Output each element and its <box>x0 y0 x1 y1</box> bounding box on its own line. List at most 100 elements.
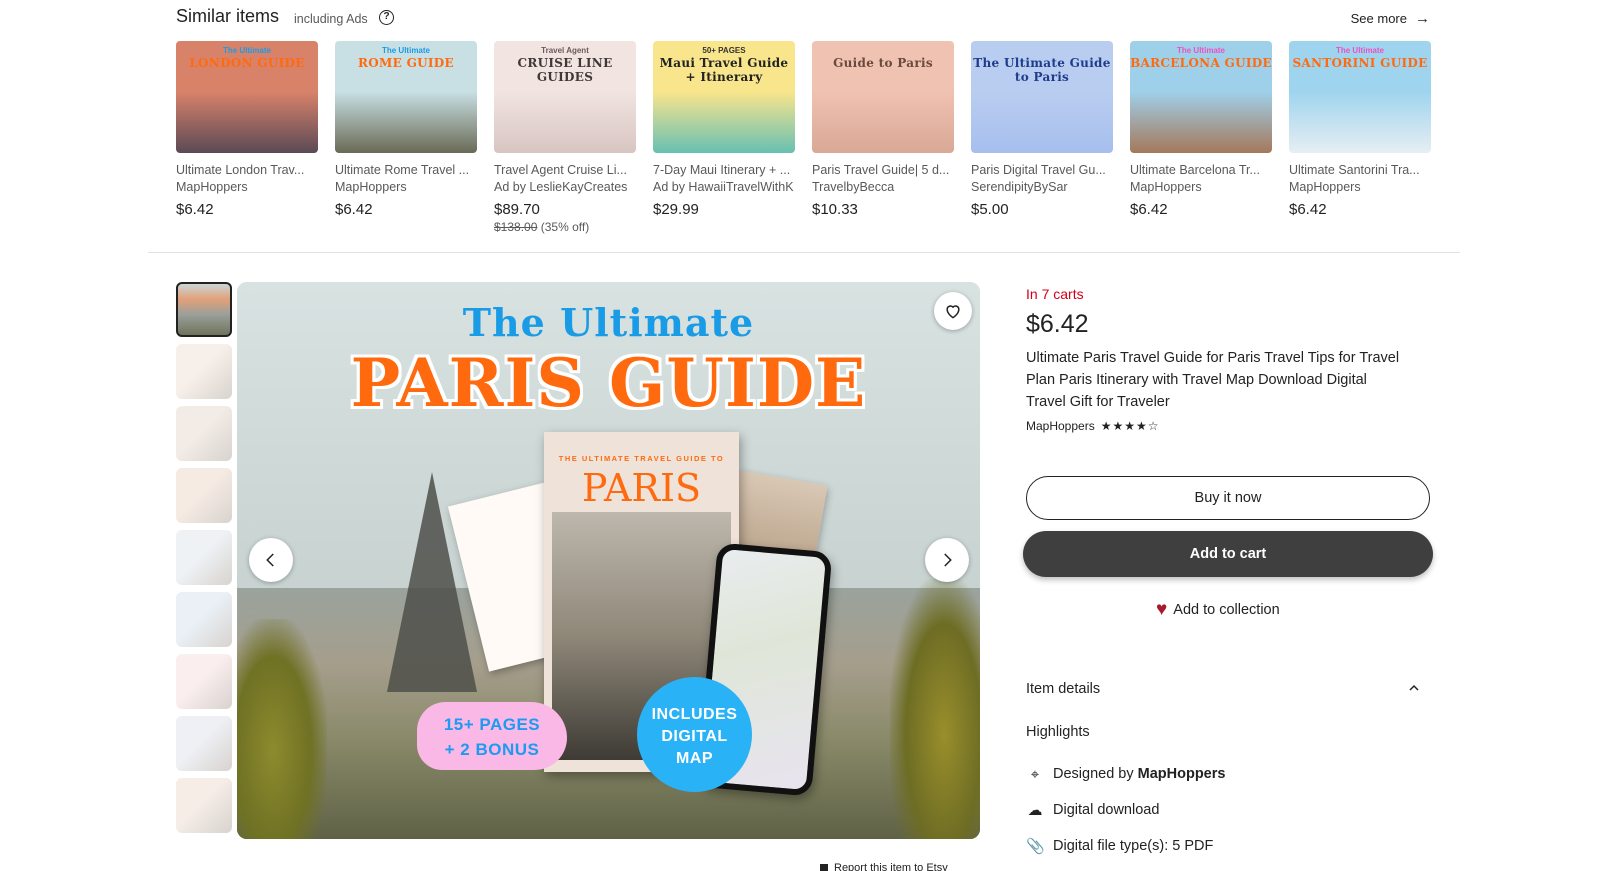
gallery-thumbnail[interactable] <box>176 282 232 337</box>
report-item-link[interactable]: Report this item to Etsy <box>820 862 948 871</box>
item-details-label: Item details <box>1026 681 1101 697</box>
similar-item-card[interactable]: The Ultimate ROME GUIDE Ultimate Rome Trav… <box>335 41 477 234</box>
product-price: $6.42 <box>1026 310 1089 338</box>
similar-item-name[interactable]: Ultimate London Trav... <box>176 163 318 179</box>
gallery-thumbnail[interactable] <box>176 654 232 709</box>
buy-box: In 7 carts $6.42 Ultimate Paris Travel G… <box>1026 286 1430 433</box>
discount: (35% off) <box>540 220 590 234</box>
add-to-collection-label: Add to collection <box>1173 601 1280 618</box>
design-tool-icon: ⌖ <box>1030 765 1040 783</box>
similar-item-price: $29.99 <box>653 201 699 218</box>
thumbnail-caption-top: The Ultimate <box>1335 46 1384 55</box>
similar-item-name[interactable]: Travel Agent Cruise Li... <box>494 163 636 179</box>
paperclip-icon: 📎 <box>1026 838 1045 855</box>
similar-item-shop: MapHoppers <box>1289 180 1361 194</box>
image-title-line2: PARIS GUIDE <box>350 344 867 422</box>
similar-item-thumbnail[interactable]: The Ultimate LONDON GUIDE <box>176 41 318 153</box>
similar-item-thumbnail[interactable]: Guide to Paris <box>812 41 954 153</box>
similar-item-card[interactable]: The Ultimate SANTORINI GUIDE Ultimate Sant… <box>1289 41 1431 234</box>
similar-items-title: Similar items <box>176 6 280 26</box>
highlight-item: ☁ Digital download <box>1026 792 1225 828</box>
similar-item-shop: SerendipityBySar <box>971 180 1068 194</box>
similar-item-shop: MapHoppers <box>1130 180 1202 194</box>
thumbnail-caption-top: The Ultimate <box>381 46 430 55</box>
similar-item-shop: TravelbyBecca <box>812 180 895 194</box>
similar-item-card[interactable]: Guide to Paris Paris Travel Guide| 5 d...… <box>812 41 954 234</box>
similar-item-price: $10.33 <box>812 201 858 218</box>
gallery-thumbnail[interactable] <box>176 778 232 833</box>
similar-item-card[interactable]: Travel Agent CRUISE LINE GUIDES Travel Age… <box>494 41 636 234</box>
booklet-subtitle: THE ULTIMATE TRAVEL GUIDE TO <box>558 454 725 463</box>
similar-item-price: $5.00 <box>971 201 1009 218</box>
similar-item-thumbnail[interactable]: The Ultimate Guide to Paris <box>971 41 1113 153</box>
thumbnail-caption-main: BARCELONA GUIDE <box>1130 56 1272 70</box>
thumbnail-caption-top: 50+ PAGES <box>702 46 746 55</box>
thumbnail-caption-main: Maui Travel Guide + Itinerary <box>659 56 789 84</box>
similar-item-price: $6.42 <box>1289 201 1327 218</box>
similar-item-price: $6.42 <box>1130 201 1168 218</box>
item-details-toggle[interactable]: Item details <box>1026 681 1430 697</box>
similar-item-name[interactable]: Paris Travel Guide| 5 d... <box>812 163 954 179</box>
gallery-thumbnail[interactable] <box>176 530 232 585</box>
heart-outline-icon <box>946 305 960 319</box>
similar-items-header: Similar items including Ads ? See more → <box>176 4 1430 30</box>
thumbnail-caption-main: CRUISE LINE GUIDES <box>517 56 613 84</box>
gallery-thumbnail[interactable] <box>176 468 232 523</box>
star-half-icon: ☆ <box>1147 419 1159 433</box>
thumbnail-caption-main: Guide to Paris <box>833 56 933 70</box>
highlight-bold[interactable]: MapHoppers <box>1138 766 1226 782</box>
add-to-cart-button[interactable]: Add to cart <box>1023 531 1433 577</box>
star-filled-icon: ★ <box>1100 419 1112 433</box>
gallery-thumbnail[interactable] <box>176 592 232 647</box>
thumbnail-caption-top: Travel Agent <box>541 46 589 55</box>
similar-item-name[interactable]: Paris Digital Travel Gu... <box>971 163 1113 179</box>
similar-item-thumbnail[interactable]: 50+ PAGES Maui Travel Guide + Itinerary <box>653 41 795 153</box>
section-divider <box>148 252 1460 253</box>
similar-item-thumbnail[interactable]: Travel Agent CRUISE LINE GUIDES <box>494 41 636 153</box>
similar-item-name[interactable]: 7-Day Maui Itinerary + ... <box>653 163 795 179</box>
similar-item-name[interactable]: Ultimate Barcelona Tr... <box>1130 163 1272 179</box>
chevron-right-icon <box>944 553 952 567</box>
main-product-image[interactable]: The Ultimate PARIS GUIDE THE ULTIMATE TR… <box>237 282 980 839</box>
favorite-button[interactable] <box>934 292 972 330</box>
add-to-collection-button[interactable]: ♥ Add to collection <box>1156 600 1280 619</box>
similar-item-shop: MapHoppers <box>335 180 407 194</box>
similar-item-thumbnail[interactable]: The Ultimate SANTORINI GUIDE <box>1289 41 1431 153</box>
similar-item-card[interactable]: The Ultimate LONDON GUIDE Ultimate London … <box>176 41 318 234</box>
similar-item-thumbnail[interactable]: The Ultimate ROME GUIDE <box>335 41 477 153</box>
help-circle-icon[interactable]: ? <box>379 10 394 25</box>
seller-link[interactable]: MapHoppers <box>1026 419 1095 433</box>
similar-item-shop: Ad by LeslieKayCreates <box>494 180 628 194</box>
similar-item-card[interactable]: The Ultimate Guide to Paris Paris Digital… <box>971 41 1113 234</box>
similar-item-card[interactable]: The Ultimate BARCELONA GUIDE Ultimate Barc… <box>1130 41 1272 234</box>
previous-image-button[interactable] <box>249 538 293 582</box>
gallery-thumbnail[interactable] <box>176 344 232 399</box>
chevron-left-icon <box>266 553 274 567</box>
thumbnail-caption-top: The Ultimate <box>1176 46 1225 55</box>
image-title-line1: The Ultimate <box>462 300 755 345</box>
gallery-thumbnail[interactable] <box>176 406 232 461</box>
highlight-item: ⌖ Designed by MapHoppers <box>1026 756 1226 792</box>
image-map-badge: INCLUDES DIGITAL MAP <box>637 677 752 792</box>
gallery-thumbnails <box>176 282 232 840</box>
buy-it-now-button[interactable]: Buy it now <box>1026 476 1430 520</box>
product-title: Ultimate Paris Travel Guide for Paris Tr… <box>1026 350 1400 410</box>
highlight-item: 📎 Digital file type(s): 5 PDF <box>1026 828 1225 864</box>
image-trees-right <box>890 579 980 839</box>
similar-item-name[interactable]: Ultimate Rome Travel ... <box>335 163 477 179</box>
similar-item-card[interactable]: 50+ PAGES Maui Travel Guide + Itinerary 7-… <box>653 41 795 234</box>
highlight-text: Digital download <box>1053 802 1159 818</box>
rating-stars[interactable]: ★ ★ ★ ★ ☆ <box>1101 419 1159 433</box>
similar-item-name[interactable]: Ultimate Santorini Tra... <box>1289 163 1431 179</box>
highlights-title: Highlights <box>1026 724 1090 740</box>
see-more-link[interactable]: See more → <box>1351 10 1430 27</box>
gallery-thumbnail[interactable] <box>176 716 232 771</box>
highlight-prefix: Digital file type(s): 5 PDF <box>1053 838 1214 854</box>
highlight-text: Digital file type(s): 5 PDF <box>1053 838 1213 854</box>
map-badge-line3: MAP <box>675 750 714 767</box>
similar-item-thumbnail[interactable]: The Ultimate BARCELONA GUIDE <box>1130 41 1272 153</box>
next-image-button[interactable] <box>925 538 969 582</box>
pages-badge-line2: + 2 BONUS <box>444 740 540 759</box>
map-badge-line2: DIGITAL <box>661 728 728 745</box>
similar-item-price: $6.42 <box>335 201 373 218</box>
